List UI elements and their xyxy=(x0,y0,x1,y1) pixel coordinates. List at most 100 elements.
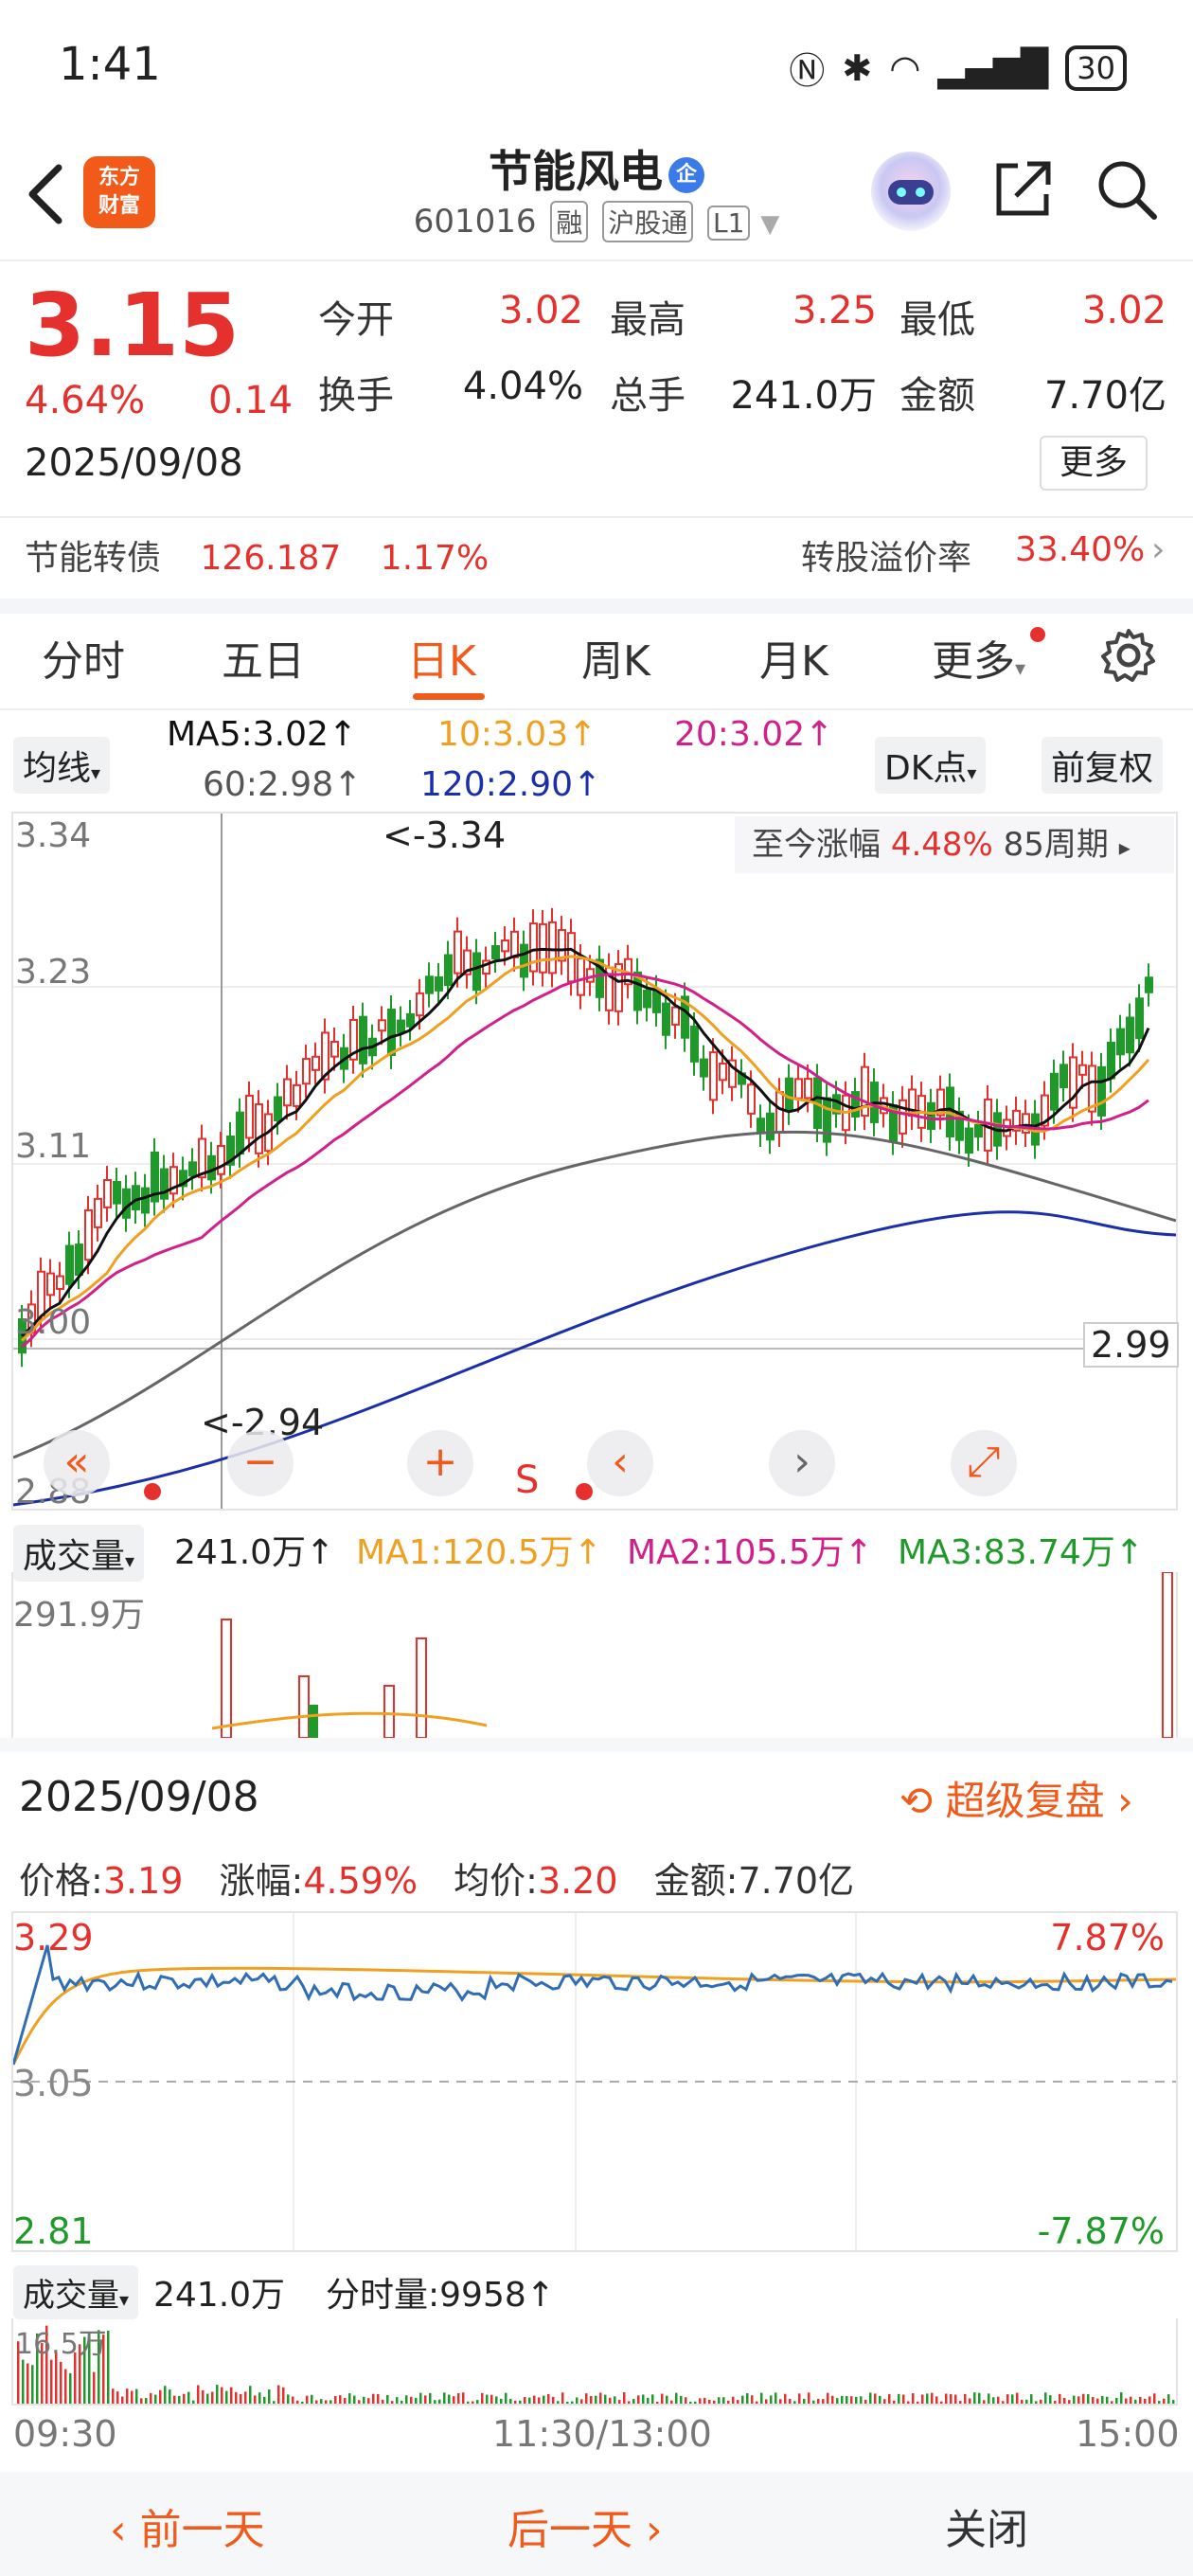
step-forward-icon[interactable]: › xyxy=(769,1430,835,1496)
tick-volume-bar xyxy=(812,2400,815,2404)
super-replay-link[interactable]: ⟲ 超级复盘 › xyxy=(899,1769,1133,1827)
convertible-bond-row[interactable]: 节能转债 126.187 1.17% 转股溢价率 33.40% › xyxy=(25,530,1170,580)
tick-volume-bar xyxy=(164,2386,167,2404)
high-value: 3.25 xyxy=(792,289,877,332)
tick-volume-bar xyxy=(1115,2397,1118,2404)
tick-volume-bar xyxy=(860,2396,863,2404)
tick-volume-bar xyxy=(325,2400,328,2404)
dropdown-icon: ▾ xyxy=(967,761,977,784)
tick-volume-bar xyxy=(831,2395,834,2404)
dropdown-icon: ▾ xyxy=(125,1549,135,1572)
volume-label: 总手 xyxy=(610,374,686,418)
candle xyxy=(766,1112,775,1141)
signal-icon: ▂▄▆█ xyxy=(937,46,1049,89)
turnover-value: 4.04% xyxy=(462,365,583,408)
candle xyxy=(671,1006,680,1026)
tick-volume-bar xyxy=(453,2396,455,2404)
tick-volume-bar xyxy=(931,2392,934,2404)
status-bar: 1:41 Ⓝ ✱ ◠ ▂▄▆█ 30 xyxy=(0,0,1193,133)
fullscreen-icon[interactable]: ⤢ xyxy=(951,1430,1017,1496)
step-back-icon[interactable]: ‹ xyxy=(587,1430,653,1496)
tab-weekly-k[interactable]: 周K xyxy=(581,627,650,688)
tick-volume-bar xyxy=(793,2401,796,2404)
ma10-label: 10:3.03↑ xyxy=(437,715,597,754)
tick-volume-bar xyxy=(784,2393,787,2404)
search-icon[interactable] xyxy=(1094,156,1160,223)
tick-volume-bar xyxy=(107,2331,110,2404)
close-button[interactable]: 关闭 xyxy=(945,2496,1028,2556)
tick-volume-bar xyxy=(1035,2401,1038,2404)
tick-volume-bar xyxy=(490,2394,493,2404)
tab-five-day[interactable]: 五日 xyxy=(222,627,305,688)
tick-volume-bar xyxy=(893,2400,896,2404)
tick-volume-bar xyxy=(1006,2394,1009,2404)
next-day-button[interactable]: 后一天 › xyxy=(507,2496,663,2556)
tick-volume-bar xyxy=(850,2396,853,2404)
volume-bar xyxy=(298,1675,310,1739)
candle xyxy=(794,1078,803,1100)
tick-volume-bar xyxy=(514,2400,517,2404)
tick-volume-bar xyxy=(1016,2392,1019,2404)
intraday-volume-max: 16.5万 xyxy=(15,2328,107,2361)
candle xyxy=(690,1025,699,1063)
tick-volume-bar xyxy=(22,2359,25,2404)
volume-max-label: 291.9万 xyxy=(13,1596,146,1635)
tab-timeshare[interactable]: 分时 xyxy=(42,627,125,688)
tick-volume-bar xyxy=(538,2397,541,2404)
tick-volume-bar xyxy=(221,2387,223,2404)
tick-volume-bar xyxy=(495,2396,498,2404)
turnover-label: 换手 xyxy=(318,374,394,418)
tick-volume-bar xyxy=(386,2395,389,2404)
tick-volume-bar xyxy=(741,2395,744,2404)
candle xyxy=(719,1063,727,1082)
intraday-chart[interactable] xyxy=(11,1911,1178,2252)
change-amount: 0.14 xyxy=(208,379,294,422)
tab-more[interactable]: 更多▾ xyxy=(932,627,1025,688)
gear-icon[interactable] xyxy=(1098,625,1159,686)
tick-volume-bar xyxy=(467,2401,470,2404)
tab-monthly-k[interactable]: 月K xyxy=(759,627,828,688)
premium-value: 33.40% xyxy=(1015,530,1146,569)
tick-volume-bar xyxy=(722,2397,725,2404)
candle xyxy=(188,1161,197,1177)
tick-volume-bar xyxy=(632,2398,635,2404)
zoom-out-icon[interactable]: − xyxy=(227,1430,294,1496)
candle xyxy=(416,992,424,1017)
tick-volume-bar xyxy=(1002,2401,1005,2404)
tick-volume-bar xyxy=(708,2400,711,2404)
candle xyxy=(974,1123,983,1138)
current-price: 3.15 xyxy=(25,275,240,376)
tick-volume-bar xyxy=(945,2393,948,2404)
assistant-avatar[interactable] xyxy=(871,152,951,231)
tick-volume-bar xyxy=(476,2400,479,2404)
tab-daily-k[interactable]: 日K xyxy=(407,627,476,688)
replay-volume-selector[interactable]: 成交量▾ xyxy=(13,2265,139,2319)
candle xyxy=(1050,1072,1059,1111)
high-label: 最高 xyxy=(610,298,686,342)
tick-volume-bar xyxy=(912,2393,915,2404)
tick-volume-bar xyxy=(64,2369,67,2404)
candle xyxy=(520,943,528,978)
candle xyxy=(757,1118,765,1134)
rewind-icon[interactable]: « xyxy=(44,1430,110,1496)
dk-point-selector[interactable]: DK点▾ xyxy=(875,737,987,794)
tick-volume-bar xyxy=(580,2399,583,2404)
tick-volume-bar xyxy=(405,2395,408,2404)
tick-volume-bar xyxy=(571,2401,574,2404)
since-change-box[interactable]: 至今涨幅 4.48% 85周期 ▸ xyxy=(735,816,1174,873)
tick-volume-bar xyxy=(339,2395,342,2404)
kline-chart[interactable] xyxy=(11,812,1178,1511)
share-icon[interactable] xyxy=(989,156,1056,223)
zoom-in-icon[interactable]: + xyxy=(407,1430,473,1496)
tick-volume-bar xyxy=(292,2396,294,2404)
tick-volume-bar xyxy=(983,2400,986,2404)
candle xyxy=(747,1083,756,1115)
volume-plot xyxy=(211,1571,1173,1739)
status-icons: Ⓝ ✱ ◠ ▂▄▆█ 30 xyxy=(789,42,1127,94)
dropdown-icon[interactable]: ▼ xyxy=(760,210,779,239)
more-button[interactable]: 更多 xyxy=(1040,436,1148,491)
ma-selector[interactable]: 均线▾ xyxy=(13,737,111,794)
tick-volume-bar xyxy=(1148,2396,1151,2404)
adjust-selector[interactable]: 前复权 xyxy=(1042,737,1164,794)
prev-day-button[interactable]: ‹ 前一天 xyxy=(110,2496,265,2556)
